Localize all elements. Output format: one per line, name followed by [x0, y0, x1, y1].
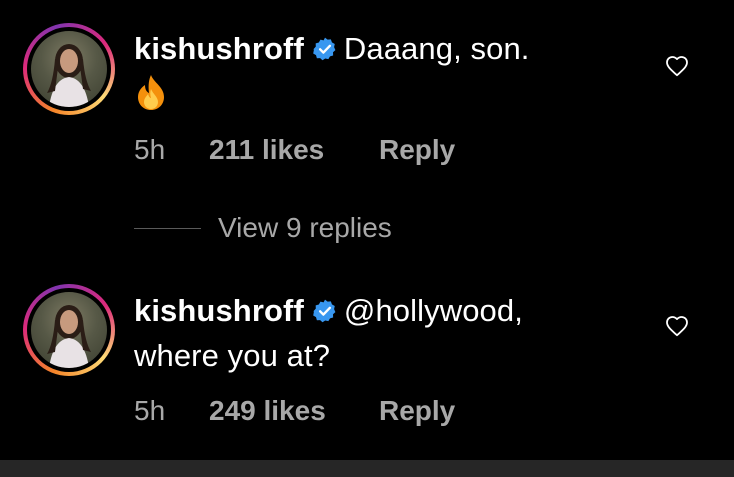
reply-button[interactable]: Reply: [379, 395, 455, 427]
verified-badge-icon: [312, 293, 338, 335]
view-replies-label[interactable]: View 9 replies: [218, 212, 392, 244]
comment-text: Daaang, son.: [343, 31, 530, 66]
comment-time: 5h: [134, 395, 166, 426]
bottom-bar: [0, 460, 734, 477]
comment-likes[interactable]: 211 likes: [209, 134, 324, 166]
heart-outline-icon[interactable]: [665, 315, 689, 342]
fire-emoji-line: [134, 73, 530, 113]
view-replies-divider: [134, 228, 201, 229]
avatar-photo: [31, 292, 107, 368]
avatar[interactable]: [23, 284, 115, 376]
heart-outline-icon[interactable]: [665, 55, 689, 82]
comment-first-line: kishushroff Daaang, son.: [134, 28, 530, 73]
avatar[interactable]: [23, 23, 115, 115]
comment-likes[interactable]: 249 likes: [209, 395, 326, 427]
comment-first-line: kishushroff @hollywood,: [134, 290, 523, 335]
comment-username[interactable]: kishushroff: [134, 31, 304, 66]
reply-button[interactable]: Reply: [379, 134, 455, 166]
comment-time: 5h: [134, 134, 166, 165]
comment-username[interactable]: kishushroff: [134, 293, 304, 328]
comment-text: where you at?: [134, 338, 331, 373]
verified-badge-icon: [312, 31, 338, 73]
avatar-photo: [31, 31, 107, 107]
comment-mention[interactable]: @hollywood,: [344, 293, 523, 328]
fire-emoji: [134, 73, 168, 122]
